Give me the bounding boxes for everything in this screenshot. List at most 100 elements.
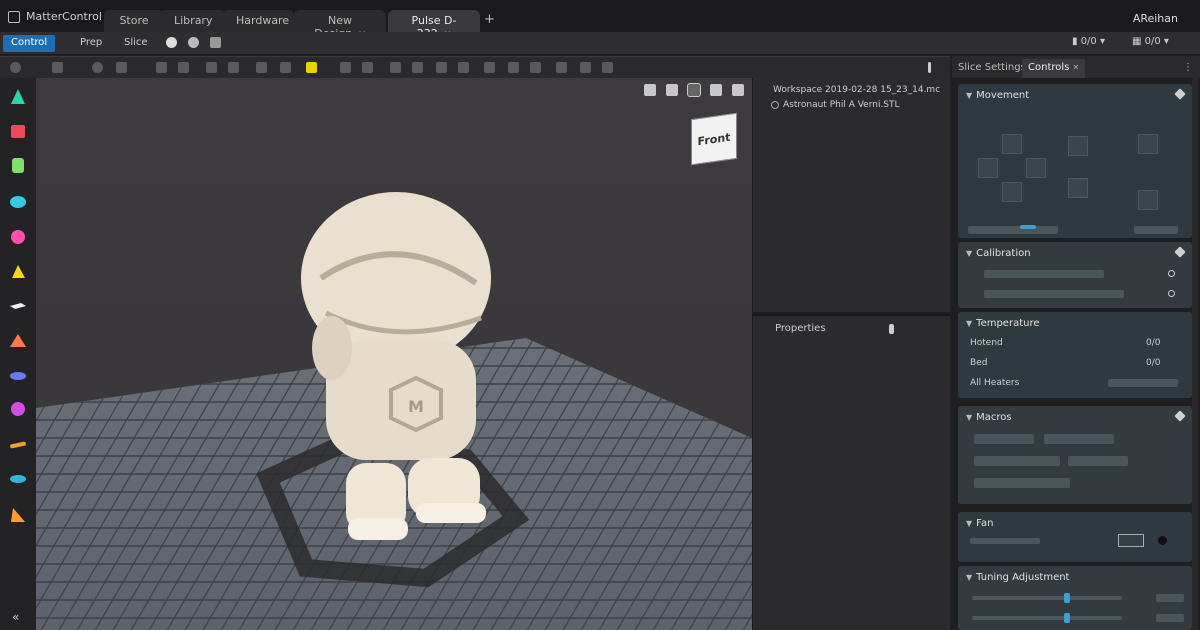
add-tab-icon[interactable]: + [484, 12, 495, 27]
calibration-header[interactable]: ▼ Calibration [966, 248, 1031, 259]
sphere-shape-icon[interactable] [9, 228, 27, 246]
jog-x-plus-button[interactable] [1026, 158, 1046, 178]
bed-temp-display[interactable]: ▦ 0/0 ▾ [1132, 36, 1169, 47]
perspective-view-icon[interactable] [687, 83, 701, 97]
redo-icon[interactable] [178, 62, 189, 73]
macro-button[interactable] [1068, 456, 1128, 466]
rotate-icon[interactable] [530, 62, 541, 73]
tab-library[interactable]: Library [160, 10, 226, 32]
macro-button[interactable] [974, 434, 1034, 444]
prep-mode-button[interactable]: Prep [72, 35, 110, 52]
cone-shape-icon[interactable] [9, 88, 27, 106]
tab-hardware[interactable]: Hardware [222, 10, 294, 32]
right-panel-scrollbar[interactable] [1192, 78, 1198, 630]
panel-options-icon[interactable]: ⋮ [1182, 59, 1193, 78]
macro-button[interactable] [974, 456, 1060, 466]
copy-icon[interactable] [206, 62, 217, 73]
settings-icon[interactable] [210, 37, 221, 48]
calibration-option-1[interactable] [984, 270, 1104, 278]
pyramid-shape-icon[interactable] [9, 332, 27, 350]
view-toggle-icon[interactable] [166, 37, 177, 48]
jog-x-minus-button[interactable] [978, 158, 998, 178]
jog-y-minus-button[interactable] [1002, 182, 1022, 202]
measure-icon[interactable] [580, 62, 591, 73]
fan-toggle[interactable] [1158, 536, 1167, 545]
bed-temp-value[interactable]: 0/0 [1146, 358, 1160, 368]
color-icon[interactable] [306, 62, 317, 73]
ungroup-icon[interactable] [390, 62, 401, 73]
extrusion-value-field[interactable] [1156, 614, 1184, 622]
more-options-icon[interactable] [928, 62, 931, 73]
fan-header[interactable]: ▼ Fan [966, 518, 993, 529]
extrude-length-selector[interactable] [1134, 226, 1178, 234]
triangle-shape-icon[interactable] [9, 506, 27, 524]
tab-store[interactable]: Store [104, 10, 164, 32]
extrusion-slider-knob[interactable] [1064, 613, 1070, 623]
workspace-name[interactable]: Workspace 2019-02-28 15_23_14.mc [773, 85, 940, 95]
align-icon[interactable] [340, 62, 351, 73]
delete-icon[interactable] [280, 62, 291, 73]
macros-header[interactable]: ▼ Macros [966, 412, 1012, 423]
zoom-view-icon[interactable] [732, 84, 744, 96]
macro-button[interactable] [974, 478, 1070, 488]
properties-options-icon[interactable] [889, 324, 894, 334]
speed-multiplier-slider[interactable] [972, 596, 1122, 600]
view-cube[interactable]: Front [691, 112, 737, 166]
intersect-icon[interactable] [458, 62, 469, 73]
tab-pulse-d-232[interactable]: Pulse D-232✕ [388, 10, 480, 40]
ball-shape-icon[interactable] [9, 400, 27, 418]
tab-slice-settings[interactable]: Slice Settings [952, 59, 1032, 78]
undo-icon[interactable] [156, 62, 167, 73]
wedge-shape-icon[interactable] [9, 262, 27, 280]
plane-shape-icon[interactable] [9, 296, 27, 314]
calibration-run-icon[interactable] [1168, 290, 1175, 297]
all-heaters-toggle[interactable] [1108, 379, 1178, 387]
fan-speed-input[interactable] [1118, 534, 1144, 547]
scene-object-item[interactable]: Astronaut Phil A Verni.STL [783, 100, 900, 110]
user-name[interactable]: AReihan [1133, 12, 1178, 25]
tab-new-design[interactable]: New Design✕ [294, 10, 386, 40]
speed-slider-knob[interactable] [1064, 593, 1070, 603]
step-size-selector[interactable] [968, 226, 1058, 234]
mirror-icon[interactable] [484, 62, 495, 73]
edit-icon[interactable] [1174, 410, 1186, 422]
3d-viewport[interactable]: M Front [36, 78, 752, 630]
jog-z-minus-button[interactable] [1068, 178, 1088, 198]
render-icon[interactable] [92, 62, 103, 73]
jog-e-plus-button[interactable] [1138, 134, 1158, 154]
layers-icon[interactable] [52, 62, 63, 73]
macro-button[interactable] [1044, 434, 1114, 444]
scale-icon[interactable] [508, 62, 519, 73]
calibration-option-2[interactable] [984, 290, 1124, 298]
combine-icon[interactable] [412, 62, 423, 73]
duplicate-icon[interactable] [256, 62, 267, 73]
box-shape-icon[interactable] [9, 122, 27, 140]
calibration-run-icon[interactable] [1168, 270, 1175, 277]
cylinder-shape-icon[interactable] [9, 156, 27, 174]
support-icon[interactable] [602, 62, 613, 73]
rotate-view-icon[interactable] [666, 84, 678, 96]
material-icon[interactable] [10, 62, 21, 73]
edit-icon[interactable] [1174, 88, 1186, 100]
tuning-header[interactable]: ▼ Tuning Adjustment [966, 572, 1069, 583]
close-icon[interactable]: ✕ [1073, 63, 1080, 72]
ortho-view-icon[interactable] [710, 84, 722, 96]
jog-z-plus-button[interactable] [1068, 136, 1088, 156]
extruder-temp-display[interactable]: ▮ 0/0 ▾ [1072, 36, 1105, 47]
home-view-icon[interactable] [644, 84, 656, 96]
movement-header[interactable]: ▼ Movement [966, 90, 1029, 101]
subtract-icon[interactable] [436, 62, 447, 73]
temperature-header[interactable]: ▼ Temperature [966, 318, 1040, 329]
view-mode-icon[interactable] [188, 37, 199, 48]
collapse-rail-icon[interactable]: « [12, 610, 19, 624]
hotend-temp-value[interactable]: 0/0 [1146, 338, 1160, 348]
control-mode-button[interactable]: Control [3, 35, 56, 52]
jog-y-plus-button[interactable] [1002, 134, 1022, 154]
arrange-icon[interactable] [556, 62, 567, 73]
tab-controls[interactable]: Controls ✕ [1022, 59, 1086, 78]
paste-icon[interactable] [228, 62, 239, 73]
save-icon[interactable] [116, 62, 127, 73]
slice-mode-button[interactable]: Slice [116, 35, 156, 52]
group-icon[interactable] [362, 62, 373, 73]
speed-value-field[interactable] [1156, 594, 1184, 602]
